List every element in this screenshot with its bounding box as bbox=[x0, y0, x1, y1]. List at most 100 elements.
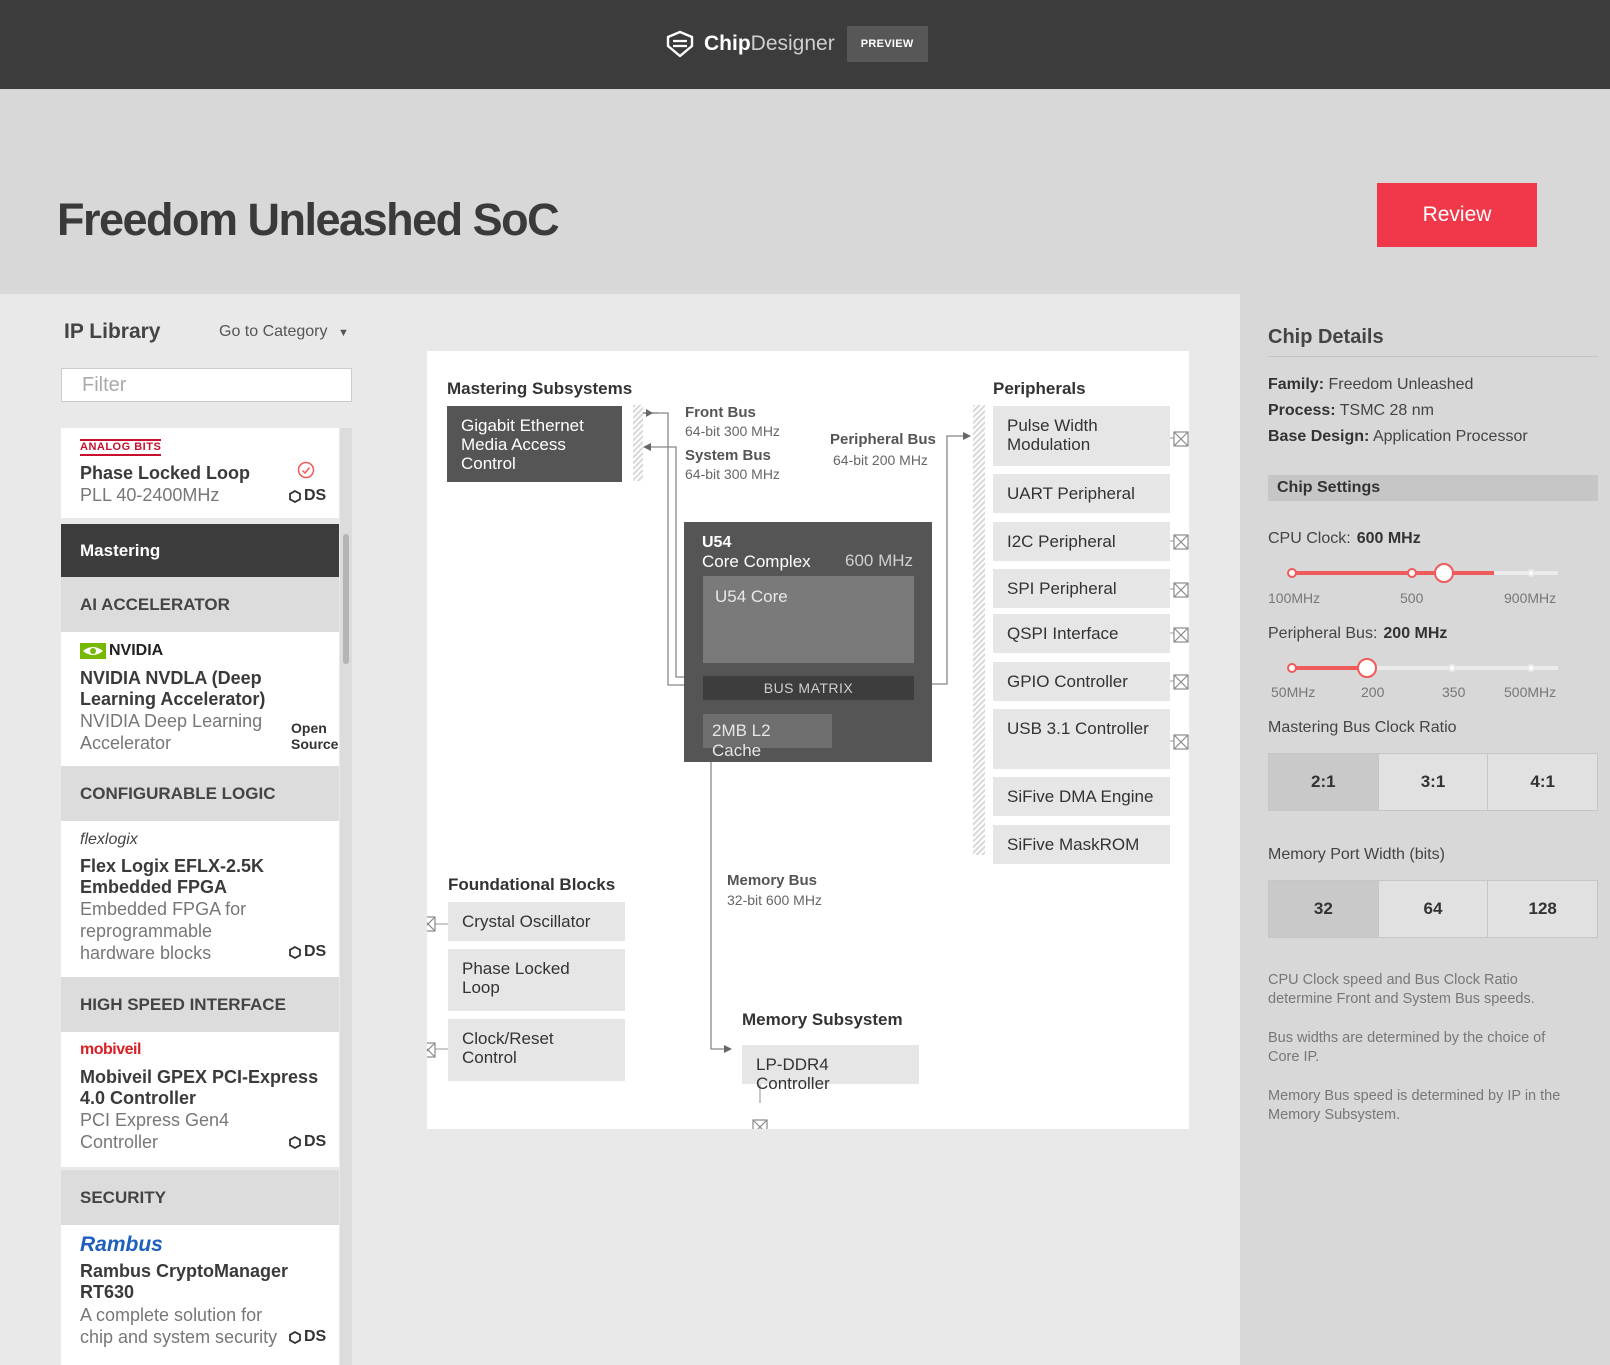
chip-details-title: Chip Details bbox=[1268, 326, 1384, 348]
go-to-category-dropdown[interactable]: Go to Category ▼ bbox=[219, 323, 349, 341]
hex-outline-icon bbox=[289, 489, 301, 503]
peripheral-spi[interactable]: SPI Peripheral bbox=[993, 569, 1170, 608]
width-option-64[interactable]: 64 bbox=[1378, 881, 1489, 937]
vendor-name: flexlogix bbox=[80, 831, 138, 848]
width-option-128[interactable]: 128 bbox=[1488, 881, 1598, 937]
ip-library-list: ANALOG BITS Phase Locked Loop PLL 40-240… bbox=[61, 428, 352, 1365]
slider-stop[interactable] bbox=[1407, 568, 1417, 578]
ethernet-mac-block[interactable]: Gigabit Ethernet Media Access Control bbox=[447, 406, 622, 482]
slider-stop[interactable] bbox=[1448, 664, 1456, 672]
datasheet-badge-label: DS bbox=[304, 943, 327, 960]
foundational-blocks-heading: Foundational Blocks bbox=[448, 875, 616, 894]
vendor-logo-flexlogix: flexlogix bbox=[80, 831, 138, 849]
datasheet-badge[interactable]: DS bbox=[289, 487, 326, 505]
core-complex-frequency: 600 MHz bbox=[845, 551, 914, 570]
vendor-name: NVIDIA bbox=[109, 642, 164, 659]
hex-outline-icon bbox=[289, 1135, 301, 1149]
memory-subsystem-heading: Memory Subsystem bbox=[742, 1010, 903, 1029]
peripheral-bus-slider-thumb[interactable] bbox=[1357, 658, 1377, 678]
list-item[interactable]: flexlogix Flex Logix EFLX-2.5K Embedded … bbox=[61, 821, 339, 977]
base-design-value: Application Processor bbox=[1372, 428, 1528, 445]
cpu-clock-slider-thumb[interactable] bbox=[1434, 563, 1454, 583]
section-configurable-logic[interactable]: CONFIGURABLE LOGIC bbox=[61, 766, 339, 821]
l2-cache-block[interactable]: 2MB L2 Cache bbox=[703, 714, 832, 760]
item-name: Phase Locked Loop bbox=[80, 463, 251, 483]
peripheral-bus-value: 200 MHz bbox=[1383, 625, 1448, 642]
datasheet-badge[interactable]: DS bbox=[289, 1133, 326, 1151]
peripheral-gpio[interactable]: GPIO Controller bbox=[993, 662, 1170, 701]
review-button[interactable]: Review bbox=[1377, 183, 1537, 247]
slider-stop[interactable] bbox=[1527, 664, 1535, 672]
chipdesigner-logo-icon bbox=[666, 30, 694, 58]
list-item[interactable]: ANALOG BITS Phase Locked Loop PLL 40-240… bbox=[61, 428, 339, 518]
memory-port-width-selector[interactable]: 32 64 128 bbox=[1268, 880, 1598, 938]
item-name: Mobiveil GPEX PCI-Express 4.0 Controller bbox=[80, 1067, 319, 1108]
vendor-logo-nvidia: NVIDIA bbox=[80, 642, 163, 660]
vendor-logo-rambus: Rambus bbox=[80, 1233, 163, 1257]
vendor-name: mobiveil bbox=[80, 1041, 141, 1058]
memory-bus-spec: 32-bit 600 MHz bbox=[727, 892, 822, 908]
list-item[interactable]: mobiveil Mobiveil GPEX PCI-Express 4.0 C… bbox=[61, 1032, 339, 1167]
slider-stop[interactable] bbox=[1287, 663, 1297, 673]
family-value: Freedom Unleashed bbox=[1328, 376, 1474, 393]
brand-name-chip: Chip bbox=[704, 32, 751, 55]
page-title: Freedom Unleashed SoC bbox=[57, 194, 560, 245]
section-high-speed-interface[interactable]: HIGH SPEED INTERFACE bbox=[61, 977, 339, 1032]
go-to-category-label: Go to Category bbox=[219, 323, 328, 340]
memory-port-width-label: Memory Port Width (bits) bbox=[1268, 846, 1445, 863]
peripherals-heading: Peripherals bbox=[993, 379, 1086, 398]
datasheet-badge-label: DS bbox=[304, 1328, 327, 1345]
pll-block[interactable]: Phase Locked Loop bbox=[448, 949, 625, 1011]
peripheral-bus-title: Peripheral Bus bbox=[830, 431, 936, 448]
ip-library-title: IP Library bbox=[64, 320, 161, 343]
u54-core-complex[interactable]: U54 Core Complex 600 MHz U54 Core BUS MA… bbox=[684, 522, 932, 762]
base-design-label: Base Design: bbox=[1268, 428, 1370, 445]
cpu-clock-value: 600 MHz bbox=[1356, 530, 1421, 547]
peripheral-dma[interactable]: SiFive DMA Engine bbox=[993, 777, 1170, 816]
brand[interactable]: Chip Designer PREVIEW bbox=[664, 26, 928, 62]
open-source-badge[interactable]: Open Source bbox=[291, 720, 341, 752]
caret-down-icon: ▼ bbox=[337, 327, 349, 339]
datasheet-badge[interactable]: DS bbox=[289, 943, 326, 961]
chip-settings-heading: Chip Settings bbox=[1268, 475, 1598, 501]
lpddr4-controller-block[interactable]: LP-DDR4 Controller bbox=[742, 1045, 919, 1093]
item-name: Flex Logix EFLX-2.5K Embedded FPGA bbox=[80, 856, 265, 897]
section-ai-accelerator[interactable]: AI ACCELERATOR bbox=[61, 577, 339, 632]
datasheet-badge-label: DS bbox=[304, 1133, 327, 1150]
u54-core-block[interactable]: U54 Core bbox=[703, 576, 914, 663]
front-bus-spec: 64-bit 300 MHz bbox=[685, 423, 780, 439]
peripheral-usb[interactable]: USB 3.1 Controller bbox=[993, 709, 1170, 769]
section-mastering[interactable]: Mastering bbox=[61, 524, 339, 577]
width-option-32[interactable]: 32 bbox=[1269, 881, 1379, 937]
list-item[interactable]: NVIDIA NVIDIA NVDLA (Deep Learning Accel… bbox=[61, 632, 339, 766]
ratio-option-3-1[interactable]: 3:1 bbox=[1378, 754, 1489, 810]
section-security[interactable]: SECURITY bbox=[61, 1170, 339, 1225]
slider-stop[interactable] bbox=[1527, 569, 1535, 577]
slider-tick-label: 50MHz bbox=[1271, 684, 1316, 700]
bus-matrix: BUS MATRIX bbox=[703, 676, 914, 700]
hex-outline-icon bbox=[289, 945, 301, 959]
crystal-oscillator-block[interactable]: Crystal Oscillator bbox=[448, 902, 625, 941]
peripheral-i2c[interactable]: I2C Peripheral bbox=[993, 522, 1170, 561]
ratio-option-4-1[interactable]: 4:1 bbox=[1488, 754, 1598, 810]
clock-reset-block[interactable]: Clock/Reset Control bbox=[448, 1019, 625, 1081]
peripheral-pwm[interactable]: Pulse Width Modulation bbox=[993, 406, 1170, 466]
divider bbox=[1268, 356, 1598, 357]
peripheral-uart[interactable]: UART Peripheral bbox=[993, 474, 1170, 513]
list-item[interactable]: Rambus Rambus CryptoManager RT630 A comp… bbox=[61, 1225, 339, 1365]
system-bus-spec: 64-bit 300 MHz bbox=[685, 466, 780, 482]
datasheet-badge[interactable]: DS bbox=[289, 1328, 326, 1346]
ip-library-panel: IP Library Go to Category ▼ ANALOG BITS … bbox=[0, 294, 379, 1365]
preview-badge: PREVIEW bbox=[846, 26, 928, 62]
peripheral-maskrom[interactable]: SiFive MaskROM bbox=[993, 825, 1170, 864]
bus-clock-ratio-selector[interactable]: 2:1 3:1 4:1 bbox=[1268, 753, 1598, 811]
slider-fill bbox=[1292, 571, 1494, 575]
check-circle-icon bbox=[297, 461, 315, 479]
system-bus-title: System Bus bbox=[685, 447, 771, 464]
slider-stop[interactable] bbox=[1287, 568, 1297, 578]
nvidia-eye-icon bbox=[80, 643, 106, 659]
ratio-option-2-1[interactable]: 2:1 bbox=[1269, 754, 1379, 810]
peripheral-qspi[interactable]: QSPI Interface bbox=[993, 614, 1170, 653]
help-note: Bus widths are determined by the choice … bbox=[1268, 1030, 1546, 1065]
filter-input[interactable] bbox=[61, 368, 352, 402]
